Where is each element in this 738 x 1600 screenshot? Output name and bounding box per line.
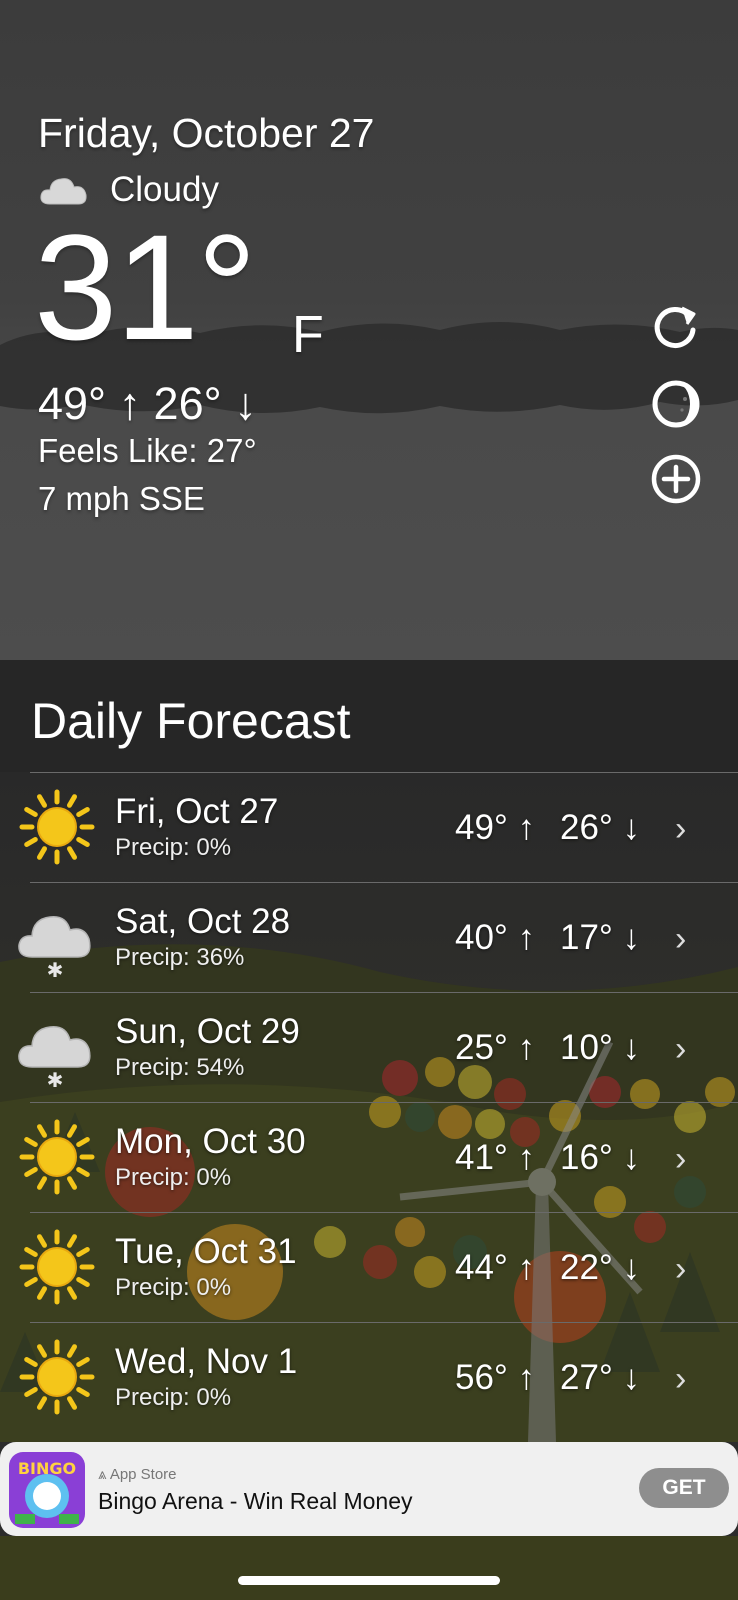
forecast-precip: Precip: 0%	[115, 1384, 232, 1411]
forecast-high: 25° ↑	[455, 1028, 536, 1067]
feels-like: Feels Like: 27°	[38, 432, 257, 469]
forecast-row[interactable]: Mon, Oct 30 Precip: 0% 41° ↑ 16° ↓ ›	[0, 1102, 738, 1215]
forecast-precip: Precip: 54%	[115, 1054, 245, 1081]
refresh-icon[interactable]	[649, 300, 703, 354]
forecast-high: 56° ↑	[455, 1358, 536, 1397]
forecast-precip: Precip: 0%	[115, 1274, 232, 1301]
forecast-high: 40° ↑	[455, 918, 536, 957]
forecast-precip: Precip: 36%	[115, 944, 245, 971]
chevron-right-icon[interactable]: ›	[675, 810, 686, 849]
high-low-temperature: 49° ↑ 26° ↓	[38, 378, 257, 429]
svg-text:✱: ✱	[47, 1068, 64, 1087]
row-divider	[30, 772, 738, 773]
forecast-row[interactable]: ✱ Sat, Oct 28 Precip: 36% 40° ↑ 17° ↓ ›	[0, 882, 738, 995]
forecast-precip: Precip: 0%	[115, 834, 232, 861]
moon-phase-icon[interactable]	[649, 377, 703, 431]
svg-text:BINGO: BINGO	[18, 1459, 76, 1478]
forecast-low: 16° ↓	[560, 1138, 641, 1177]
row-divider	[30, 992, 738, 993]
forecast-low: 10° ↓	[560, 1028, 641, 1067]
forecast-day: Mon, Oct 30	[115, 1122, 306, 1161]
forecast-high: 49° ↑	[455, 808, 536, 847]
sun-icon	[19, 1119, 95, 1195]
forecast-row[interactable]: Tue, Oct 31 Precip: 0% 44° ↑ 22° ↓ ›	[0, 1212, 738, 1325]
forecast-low: 26° ↓	[560, 808, 641, 847]
forecast-low: 22° ↓	[560, 1248, 641, 1287]
temperature-unit: F	[292, 306, 324, 364]
forecast-row[interactable]: ✱ Sun, Oct 29 Precip: 54% 25° ↑ 10° ↓ ›	[0, 992, 738, 1105]
sun-icon	[19, 789, 95, 865]
ad-source: ⩓ App Store	[98, 1466, 177, 1483]
forecast-list: Fri, Oct 27 Precip: 0% 49° ↑ 26° ↓ › ✱ S…	[0, 772, 738, 1442]
wind-speed: 7 mph SSE	[38, 480, 205, 517]
sun-icon	[19, 1339, 95, 1415]
forecast-low: 27° ↓	[560, 1358, 641, 1397]
ad-title[interactable]: Bingo Arena - Win Real Money	[98, 1488, 413, 1515]
forecast-row[interactable]: Fri, Oct 27 Precip: 0% 49° ↑ 26° ↓ ›	[0, 772, 738, 885]
ad-app-icon[interactable]: BINGO	[9, 1452, 85, 1528]
add-circle-icon[interactable]	[649, 452, 703, 506]
snow-cloud-icon: ✱	[18, 916, 91, 977]
bottom-background	[0, 1536, 738, 1600]
forecast-day: Wed, Nov 1	[115, 1342, 298, 1381]
home-indicator[interactable]	[238, 1576, 500, 1585]
forecast-day: Fri, Oct 27	[115, 792, 279, 831]
chevron-right-icon[interactable]: ›	[675, 1030, 686, 1069]
row-divider	[30, 1212, 738, 1213]
chevron-right-icon[interactable]: ›	[675, 1360, 686, 1399]
row-divider	[30, 1102, 738, 1103]
forecast-high: 44° ↑	[455, 1248, 536, 1287]
chevron-right-icon[interactable]: ›	[675, 1250, 686, 1289]
forecast-day: Sun, Oct 29	[115, 1012, 300, 1051]
forecast-high: 41° ↑	[455, 1138, 536, 1177]
forecast-day: Sat, Oct 28	[115, 902, 291, 941]
row-divider	[30, 1322, 738, 1323]
current-weather-panel: Friday, October 27 Cloudy 31° F 49° ↑ 26…	[0, 0, 738, 660]
chevron-right-icon[interactable]: ›	[675, 920, 686, 959]
forecast-row[interactable]: Wed, Nov 1 Precip: 0% 56° ↑ 27° ↓ ›	[0, 1322, 738, 1435]
app-store-icon: ⩓	[98, 1466, 110, 1483]
forecast-title: Daily Forecast	[31, 693, 351, 749]
ad-banner[interactable]: BINGO ⩓ App Store Bingo Arena - Win Real…	[0, 1442, 738, 1536]
svg-text:✱: ✱	[47, 958, 64, 977]
forecast-low: 17° ↓	[560, 918, 641, 957]
forecast-day: Tue, Oct 31	[115, 1232, 297, 1271]
sun-icon	[19, 1229, 95, 1305]
forecast-precip: Precip: 0%	[115, 1164, 232, 1191]
current-temperature: 31°	[34, 203, 257, 371]
current-date: Friday, October 27	[38, 110, 375, 156]
row-divider	[30, 882, 738, 883]
get-button[interactable]: GET	[639, 1468, 729, 1508]
snow-cloud-icon: ✱	[18, 1026, 91, 1087]
chevron-right-icon[interactable]: ›	[675, 1140, 686, 1179]
